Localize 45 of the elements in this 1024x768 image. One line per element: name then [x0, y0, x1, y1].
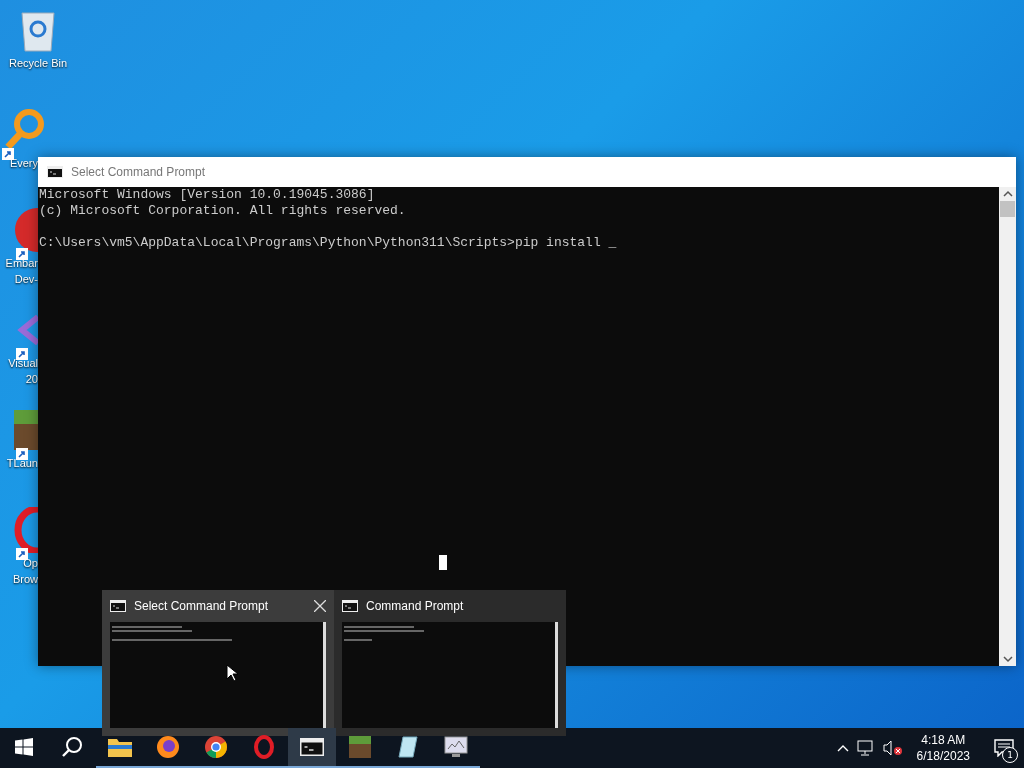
thumbnail-title: Select Command Prompt: [134, 599, 270, 613]
grass-block-icon: [349, 736, 371, 758]
folder-icon: [108, 737, 132, 757]
desktop-icon-label[interactable]: Every: [2, 156, 38, 170]
window-title: Select Command Prompt: [71, 165, 206, 179]
chevron-up-icon[interactable]: [836, 744, 849, 752]
thumbnail-title: Command Prompt: [366, 599, 465, 613]
fox-logo-icon: [156, 735, 180, 759]
taskbar-app[interactable]: [288, 728, 336, 768]
scrollbar[interactable]: [999, 187, 1016, 666]
console-line: C:\Users\vm5\AppData\Local\Programs\Python\Python311\Scripts>pip install _: [39, 235, 618, 251]
terminal-icon: [110, 600, 126, 612]
desktop-icon-label[interactable]: Dev-: [2, 272, 38, 286]
desktop-icon-label[interactable]: Recycle Bin: [8, 56, 68, 70]
muted-speaker-icon[interactable]: [882, 740, 903, 756]
search-icon: [61, 736, 83, 758]
terminal-icon: [47, 166, 63, 178]
app-logo-icon: [14, 208, 38, 252]
ring-logo-icon: [253, 735, 275, 759]
console-line: (c) Microsoft Corporation. All rights reserved.: [39, 203, 407, 219]
close-icon[interactable]: [314, 600, 326, 612]
scroll-thumb[interactable]: [1000, 201, 1015, 217]
grass-block-icon: [14, 410, 38, 450]
desktop-icon-label[interactable]: TLaun: [2, 456, 38, 470]
terminal-icon: [342, 600, 358, 612]
console-line: Microsoft Windows [Version 10.0.19045.3086]: [39, 187, 376, 203]
windows-logo-icon: [15, 738, 33, 756]
message-icon: [994, 739, 1014, 757]
notification-button[interactable]: 1: [984, 728, 1024, 768]
text-cursor: [439, 555, 447, 570]
network-icon[interactable]: [856, 740, 875, 756]
desktop-icon-label[interactable]: Embar: [2, 256, 38, 270]
monitor-icon: [444, 736, 468, 758]
desktop-icon-label[interactable]: Visual: [2, 356, 38, 370]
notepad-icon: [397, 735, 419, 759]
chrome-logo-icon: [204, 735, 228, 759]
ring-logo-icon: [14, 507, 38, 553]
desktop-icon-label[interactable]: Brow: [2, 572, 38, 586]
terminal-icon: [300, 738, 324, 756]
desktop-icon-label[interactable]: Op: [2, 556, 38, 570]
window-thumbnail[interactable]: Select Command Prompt: [102, 590, 334, 736]
desktop-icon-label[interactable]: 20: [2, 372, 38, 386]
notification-count: 1: [1002, 747, 1018, 763]
pointer-icon: [226, 664, 238, 682]
clock[interactable]: 4:18 AM 6/18/2023: [910, 732, 976, 764]
